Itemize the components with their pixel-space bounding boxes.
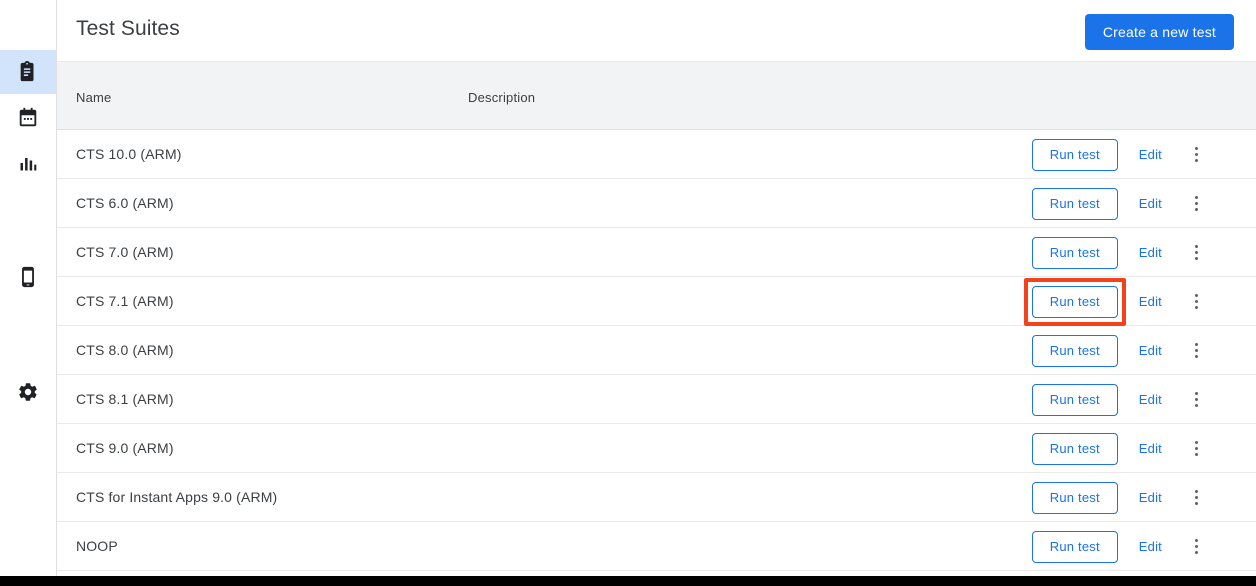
run-test-button[interactable]: Run test — [1032, 531, 1118, 563]
table-row: CTS 8.0 (ARM) Run test Edit — [57, 326, 1256, 375]
sidebar-item-settings[interactable] — [0, 370, 56, 414]
run-test-button[interactable]: Run test — [1032, 433, 1118, 465]
run-test-button[interactable]: Run test — [1032, 335, 1118, 367]
more-vert-icon[interactable] — [1180, 490, 1212, 505]
run-test-button[interactable]: Run test — [1032, 139, 1118, 171]
row-actions: Run test Edit — [1032, 130, 1256, 179]
more-vert-icon[interactable] — [1180, 392, 1212, 407]
app-root: Test Suites Create a new test Name Descr… — [0, 0, 1256, 586]
edit-link[interactable]: Edit — [1139, 147, 1162, 162]
run-test-button[interactable]: Run test — [1032, 188, 1118, 220]
row-actions: Run test Edit — [1032, 179, 1256, 228]
edit-link[interactable]: Edit — [1139, 441, 1162, 456]
row-name: CTS 9.0 (ARM) — [76, 440, 174, 456]
more-vert-icon[interactable] — [1180, 245, 1212, 260]
row-name: CTS 7.0 (ARM) — [76, 244, 174, 260]
table-header-row: Name Description — [57, 62, 1256, 130]
run-test-button[interactable]: Run test — [1032, 384, 1118, 416]
more-vert-icon[interactable] — [1180, 196, 1212, 211]
edit-link[interactable]: Edit — [1139, 196, 1162, 211]
column-header-name: Name — [76, 90, 111, 105]
mobile-icon — [17, 266, 39, 288]
clipboard-icon — [17, 61, 39, 83]
page-title: Test Suites — [76, 17, 180, 41]
test-suites-table: Name Description CTS 10.0 (ARM) Run test E… — [57, 62, 1256, 576]
more-vert-icon[interactable] — [1180, 343, 1212, 358]
row-actions: Run test Edit — [1032, 424, 1256, 473]
edit-link[interactable]: Edit — [1139, 294, 1162, 309]
row-actions: Run test Edit — [1032, 522, 1256, 571]
sidebar-rail — [0, 0, 57, 576]
sidebar-item-schedules[interactable] — [0, 96, 56, 140]
row-name: CTS 10.0 (ARM) — [76, 146, 182, 162]
table-row: CTS 7.1 (ARM) Run test Edit — [57, 277, 1256, 326]
edit-link[interactable]: Edit — [1139, 343, 1162, 358]
row-actions: Run test Edit — [1032, 473, 1256, 522]
sidebar-item-reports[interactable] — [0, 141, 56, 185]
row-name: CTS 8.0 (ARM) — [76, 342, 174, 358]
edit-link[interactable]: Edit — [1139, 392, 1162, 407]
run-test-button[interactable]: Run test — [1032, 237, 1118, 269]
more-vert-icon[interactable] — [1180, 294, 1212, 309]
edit-link[interactable]: Edit — [1139, 245, 1162, 260]
bottom-bar — [0, 576, 1256, 586]
more-vert-icon[interactable] — [1180, 147, 1212, 162]
row-actions: Run test Edit — [1032, 228, 1256, 277]
table-row: CTS for Instant Apps 9.0 (ARM) Run test Ed… — [57, 473, 1256, 522]
row-name: CTS 6.0 (ARM) — [76, 195, 174, 211]
table-row: CTS 6.0 (ARM) Run test Edit — [57, 179, 1256, 228]
table-row: NOOP Run test Edit — [57, 522, 1256, 571]
run-test-button[interactable]: Run test — [1032, 482, 1118, 514]
create-a-new-test-button[interactable]: Create a new test — [1085, 14, 1234, 50]
row-name: CTS for Instant Apps 9.0 (ARM) — [76, 489, 277, 505]
row-name: NOOP — [76, 538, 118, 554]
sidebar-item-test-suites[interactable] — [0, 50, 56, 94]
table-row: CTS 7.0 (ARM) Run test Edit — [57, 228, 1256, 277]
more-vert-icon[interactable] — [1180, 441, 1212, 456]
row-name: CTS 8.1 (ARM) — [76, 391, 174, 407]
more-vert-icon[interactable] — [1180, 539, 1212, 554]
page-header: Test Suites Create a new test — [57, 0, 1256, 62]
table-row: CTS 8.1 (ARM) Run test Edit — [57, 375, 1256, 424]
edit-link[interactable]: Edit — [1139, 490, 1162, 505]
edit-link[interactable]: Edit — [1139, 539, 1162, 554]
row-actions: Run test Edit — [1032, 277, 1256, 326]
row-actions: Run test Edit — [1032, 375, 1256, 424]
table-row: CTS 9.0 (ARM) Run test Edit — [57, 424, 1256, 473]
run-test-button[interactable]: Run test — [1032, 286, 1118, 318]
sidebar-item-devices[interactable] — [0, 255, 56, 299]
row-actions: Run test Edit — [1032, 326, 1256, 375]
calendar-icon — [17, 107, 39, 129]
table-body: CTS 10.0 (ARM) Run test Edit CTS 6.0 (ARM) R… — [57, 130, 1256, 571]
table-row: CTS 10.0 (ARM) Run test Edit — [57, 130, 1256, 179]
bar-chart-icon — [18, 153, 38, 173]
column-header-description: Description — [468, 90, 535, 105]
gear-icon — [17, 381, 39, 403]
row-name: CTS 7.1 (ARM) — [76, 293, 174, 309]
